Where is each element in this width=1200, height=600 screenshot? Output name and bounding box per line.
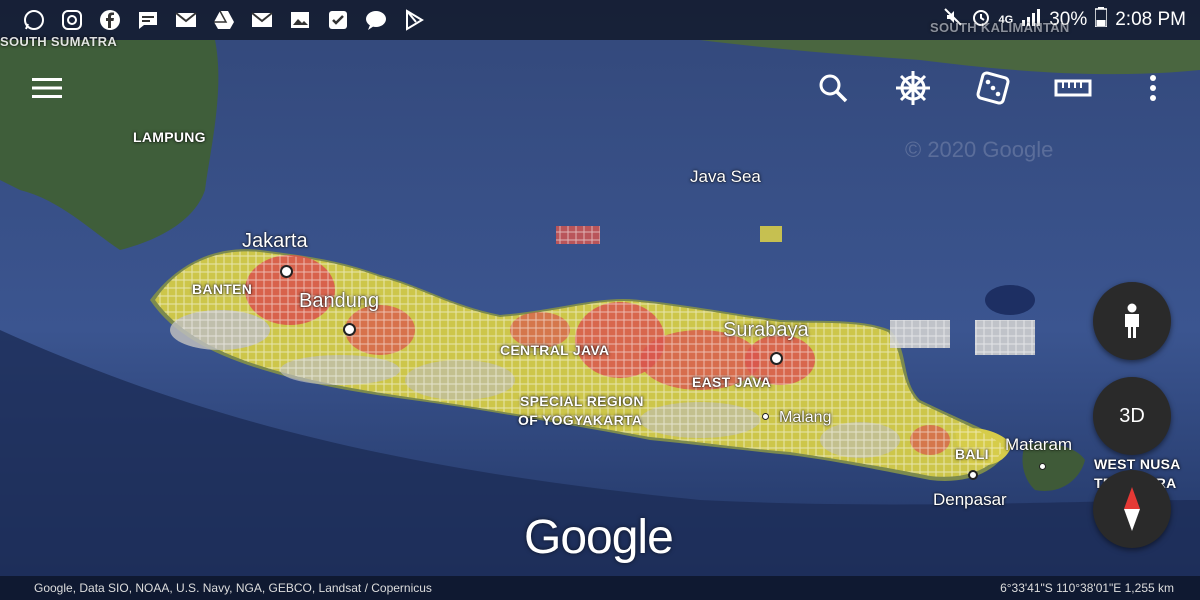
3d-toggle-button[interactable]: 3D	[1093, 377, 1171, 455]
instagram-icon	[60, 8, 84, 32]
street-view-pegman-button[interactable]	[1093, 282, 1171, 360]
region-label-bali: BALI	[955, 446, 989, 462]
city-marker-malang[interactable]	[762, 413, 769, 420]
search-icon	[819, 74, 848, 103]
voyager-button[interactable]	[891, 66, 935, 110]
gmail-icon	[174, 8, 198, 32]
chat-icon	[364, 8, 388, 32]
city-label-malang[interactable]: Malang	[779, 409, 831, 427]
bottom-info-bar: Google, Data SIO, NOAA, U.S. Navy, NGA, …	[0, 576, 1200, 600]
city-label-jakarta[interactable]: Jakarta	[242, 230, 308, 253]
whatsapp-icon	[22, 8, 46, 32]
battery-icon	[1094, 7, 1108, 33]
city-marker-jakarta[interactable]	[280, 265, 293, 278]
feeling-lucky-button[interactable]	[971, 66, 1015, 110]
city-label-surabaya[interactable]: Surabaya	[723, 319, 809, 342]
dice-icon	[976, 71, 1010, 105]
play-store-icon	[402, 8, 426, 32]
menu-button[interactable]	[25, 66, 69, 110]
gmail-icon	[250, 8, 274, 32]
ship-wheel-icon	[896, 71, 930, 105]
search-button[interactable]	[811, 66, 855, 110]
city-label-bandung[interactable]: Bandung	[299, 290, 379, 313]
map-watermark: © 2020 Google	[905, 137, 1054, 162]
map-attribution[interactable]: Google, Data SIO, NOAA, U.S. Navy, NGA, …	[34, 581, 432, 595]
region-label-lampung: LAMPUNG	[133, 129, 206, 145]
city-label-mataram[interactable]: Mataram	[1005, 435, 1072, 455]
region-label-yogyakarta-line2: OF YOGYAKARTA	[518, 412, 643, 428]
region-label-central-java: CENTRAL JAVA	[500, 342, 610, 358]
google-logo: Google	[524, 511, 674, 564]
menu-icon	[32, 78, 62, 98]
region-label-banten: BANTEN	[192, 281, 253, 297]
compass-button[interactable]	[1093, 470, 1171, 548]
more-vert-icon	[1150, 75, 1156, 101]
region-label-yogyakarta-line1: SPECIAL REGION	[520, 393, 644, 409]
drive-icon	[212, 8, 236, 32]
compass-icon	[1124, 487, 1140, 531]
more-options-button[interactable]	[1131, 66, 1175, 110]
notification-icons	[0, 8, 426, 32]
measure-button[interactable]	[1051, 66, 1095, 110]
city-marker-mataram[interactable]	[1039, 463, 1046, 470]
facebook-icon	[98, 8, 122, 32]
pegman-icon	[1125, 303, 1139, 338]
city-label-denpasar[interactable]: Denpasar	[933, 490, 1007, 510]
clock: 2:08 PM	[1115, 9, 1186, 30]
gallery-icon	[288, 8, 312, 32]
city-marker-bandung[interactable]	[343, 323, 356, 336]
coordinates-readout: 6°33'41"S 110°38'01"E 1,255 km	[1000, 581, 1174, 595]
region-label-kalimantan: SOUTH KALIMANTAN	[930, 20, 1070, 35]
tasks-icon	[326, 8, 350, 32]
ruler-icon	[1054, 79, 1092, 97]
region-label-south-sumatra: SOUTH SUMATRA	[0, 34, 118, 49]
region-label-east-java: EAST JAVA	[692, 374, 772, 390]
city-marker-surabaya[interactable]	[770, 352, 783, 365]
city-marker-denpasar[interactable]	[968, 470, 978, 480]
messages-icon	[136, 8, 160, 32]
sea-label-java-sea: Java Sea	[690, 167, 761, 186]
